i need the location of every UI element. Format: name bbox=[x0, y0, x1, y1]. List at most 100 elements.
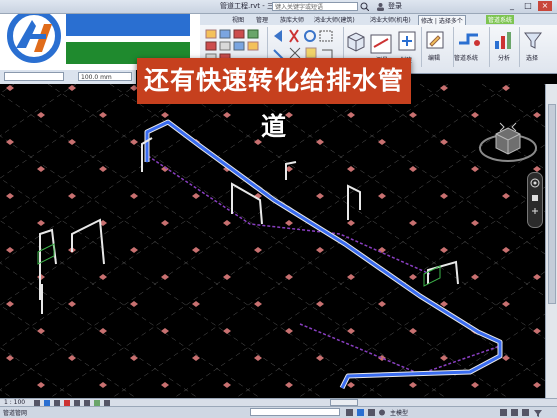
grid-marker bbox=[68, 139, 76, 145]
navigation-bar[interactable] bbox=[527, 172, 543, 228]
grid-marker bbox=[161, 382, 169, 388]
grid-marker bbox=[440, 301, 448, 307]
view-cube-icon[interactable] bbox=[476, 118, 538, 166]
piping-system-button-label[interactable]: 管道系统 bbox=[454, 53, 478, 62]
workset-select[interactable] bbox=[250, 408, 340, 416]
view-cube-tool-icon[interactable] bbox=[344, 29, 368, 53]
grid-marker bbox=[99, 328, 107, 334]
minimize-button[interactable]: _ bbox=[505, 1, 519, 11]
grid-marker bbox=[6, 355, 14, 361]
grid-line bbox=[0, 304, 137, 399]
tab-family-master[interactable]: 族库大师 bbox=[278, 15, 306, 24]
grid-marker bbox=[161, 328, 169, 334]
grid-marker bbox=[68, 355, 76, 361]
view-scale[interactable]: 1 : 100 bbox=[4, 399, 25, 406]
nav-wheel-icon[interactable] bbox=[528, 173, 542, 227]
grid-marker bbox=[316, 193, 324, 199]
grid-marker bbox=[254, 247, 262, 253]
grid-marker bbox=[502, 193, 510, 199]
grid-marker bbox=[285, 382, 293, 388]
grid-marker bbox=[409, 382, 417, 388]
piping-system-icon[interactable] bbox=[456, 29, 482, 51]
filter-icon[interactable] bbox=[522, 29, 544, 51]
grid-marker bbox=[347, 328, 355, 334]
select-button-label[interactable]: 选择 bbox=[526, 53, 538, 62]
login-link[interactable]: 登录 bbox=[388, 1, 402, 11]
main-pipe bbox=[145, 120, 502, 389]
ribbon-separator bbox=[518, 27, 520, 67]
design-option-model[interactable]: 主模型 bbox=[390, 408, 408, 417]
grid-marker bbox=[471, 382, 479, 388]
ribbon-separator bbox=[420, 27, 422, 67]
vertical-scrollbar[interactable] bbox=[545, 84, 557, 398]
grid-line bbox=[0, 389, 13, 399]
grid-marker bbox=[285, 220, 293, 226]
grid-marker bbox=[347, 220, 355, 226]
horizontal-scroll-thumb[interactable] bbox=[330, 399, 358, 406]
grid-line bbox=[0, 83, 77, 137]
tab-hongye-arch[interactable]: 鸿业大师(建筑) bbox=[312, 15, 357, 24]
caption-text: 还有快速转化给排水管道 bbox=[143, 66, 404, 141]
grid-marker bbox=[502, 247, 510, 253]
grid-marker bbox=[409, 328, 417, 334]
grid-marker bbox=[68, 85, 76, 91]
tab-modify-select[interactable]: 修改 | 选择多个 bbox=[418, 15, 466, 25]
grid-marker bbox=[316, 355, 324, 361]
grid-marker bbox=[502, 355, 510, 361]
grid-marker bbox=[502, 301, 510, 307]
tab-manage[interactable]: 管理 bbox=[254, 15, 270, 24]
search-icon[interactable] bbox=[360, 2, 369, 11]
grid-marker bbox=[130, 301, 138, 307]
secondary-pipe bbox=[147, 155, 431, 275]
tab-hongye-mep[interactable]: 鸿业大师(机电) bbox=[368, 15, 413, 24]
grid-marker bbox=[378, 301, 386, 307]
grid-marker bbox=[192, 193, 200, 199]
grid-marker bbox=[254, 301, 262, 307]
diameter-field[interactable]: 100.0 mm bbox=[78, 72, 132, 81]
tab-view[interactable]: 视图 bbox=[230, 15, 246, 24]
title-bar: 管道工程.rvt - 三维视图: {三维} 键入关键字或短语 登录 _ □ × bbox=[0, 0, 557, 14]
selection-filter-icons[interactable] bbox=[500, 408, 550, 417]
branch-pipe bbox=[347, 184, 361, 220]
grid-marker bbox=[533, 328, 541, 334]
status-bar: 管道管网 主模型 bbox=[0, 406, 557, 418]
edit-button-label[interactable]: 编辑 bbox=[428, 53, 440, 62]
grid-marker bbox=[285, 328, 293, 334]
grid-marker bbox=[223, 328, 231, 334]
grid-marker bbox=[37, 328, 45, 334]
grid-marker bbox=[6, 247, 14, 253]
grid-marker bbox=[68, 193, 76, 199]
options-field[interactable] bbox=[4, 72, 64, 81]
logo-bar-blue bbox=[66, 14, 190, 36]
grid-marker bbox=[440, 355, 448, 361]
grid-marker bbox=[6, 139, 14, 145]
maximize-button[interactable]: □ bbox=[521, 1, 535, 11]
grid-marker bbox=[347, 382, 355, 388]
secondary-pipe bbox=[299, 323, 501, 375]
grid-marker bbox=[99, 112, 107, 118]
grid-marker bbox=[378, 193, 386, 199]
grid-marker bbox=[440, 247, 448, 253]
grid-line bbox=[0, 347, 75, 399]
grid-marker bbox=[130, 247, 138, 253]
grid-marker bbox=[440, 193, 448, 199]
grid-marker bbox=[192, 247, 200, 253]
edit-icon[interactable] bbox=[424, 29, 446, 51]
scrollbar-thumb[interactable] bbox=[548, 104, 556, 304]
grid-marker bbox=[316, 247, 324, 253]
grid-marker bbox=[347, 166, 355, 172]
user-icon[interactable] bbox=[376, 2, 385, 11]
grid-marker bbox=[161, 220, 169, 226]
status-tool-icons[interactable] bbox=[346, 408, 386, 417]
analysis-button-label[interactable]: 分析 bbox=[498, 53, 510, 62]
create-icon[interactable] bbox=[396, 29, 418, 55]
grid-marker bbox=[471, 220, 479, 226]
grid-marker bbox=[440, 139, 448, 145]
search-input[interactable]: 键入关键字或短语 bbox=[272, 2, 358, 11]
grid-marker bbox=[471, 166, 479, 172]
grid-marker bbox=[409, 166, 417, 172]
ribbon-separator bbox=[488, 27, 490, 67]
tab-piping-system[interactable]: 管道系统 bbox=[486, 15, 515, 24]
analysis-icon[interactable] bbox=[492, 29, 514, 51]
close-button[interactable]: × bbox=[538, 1, 552, 11]
